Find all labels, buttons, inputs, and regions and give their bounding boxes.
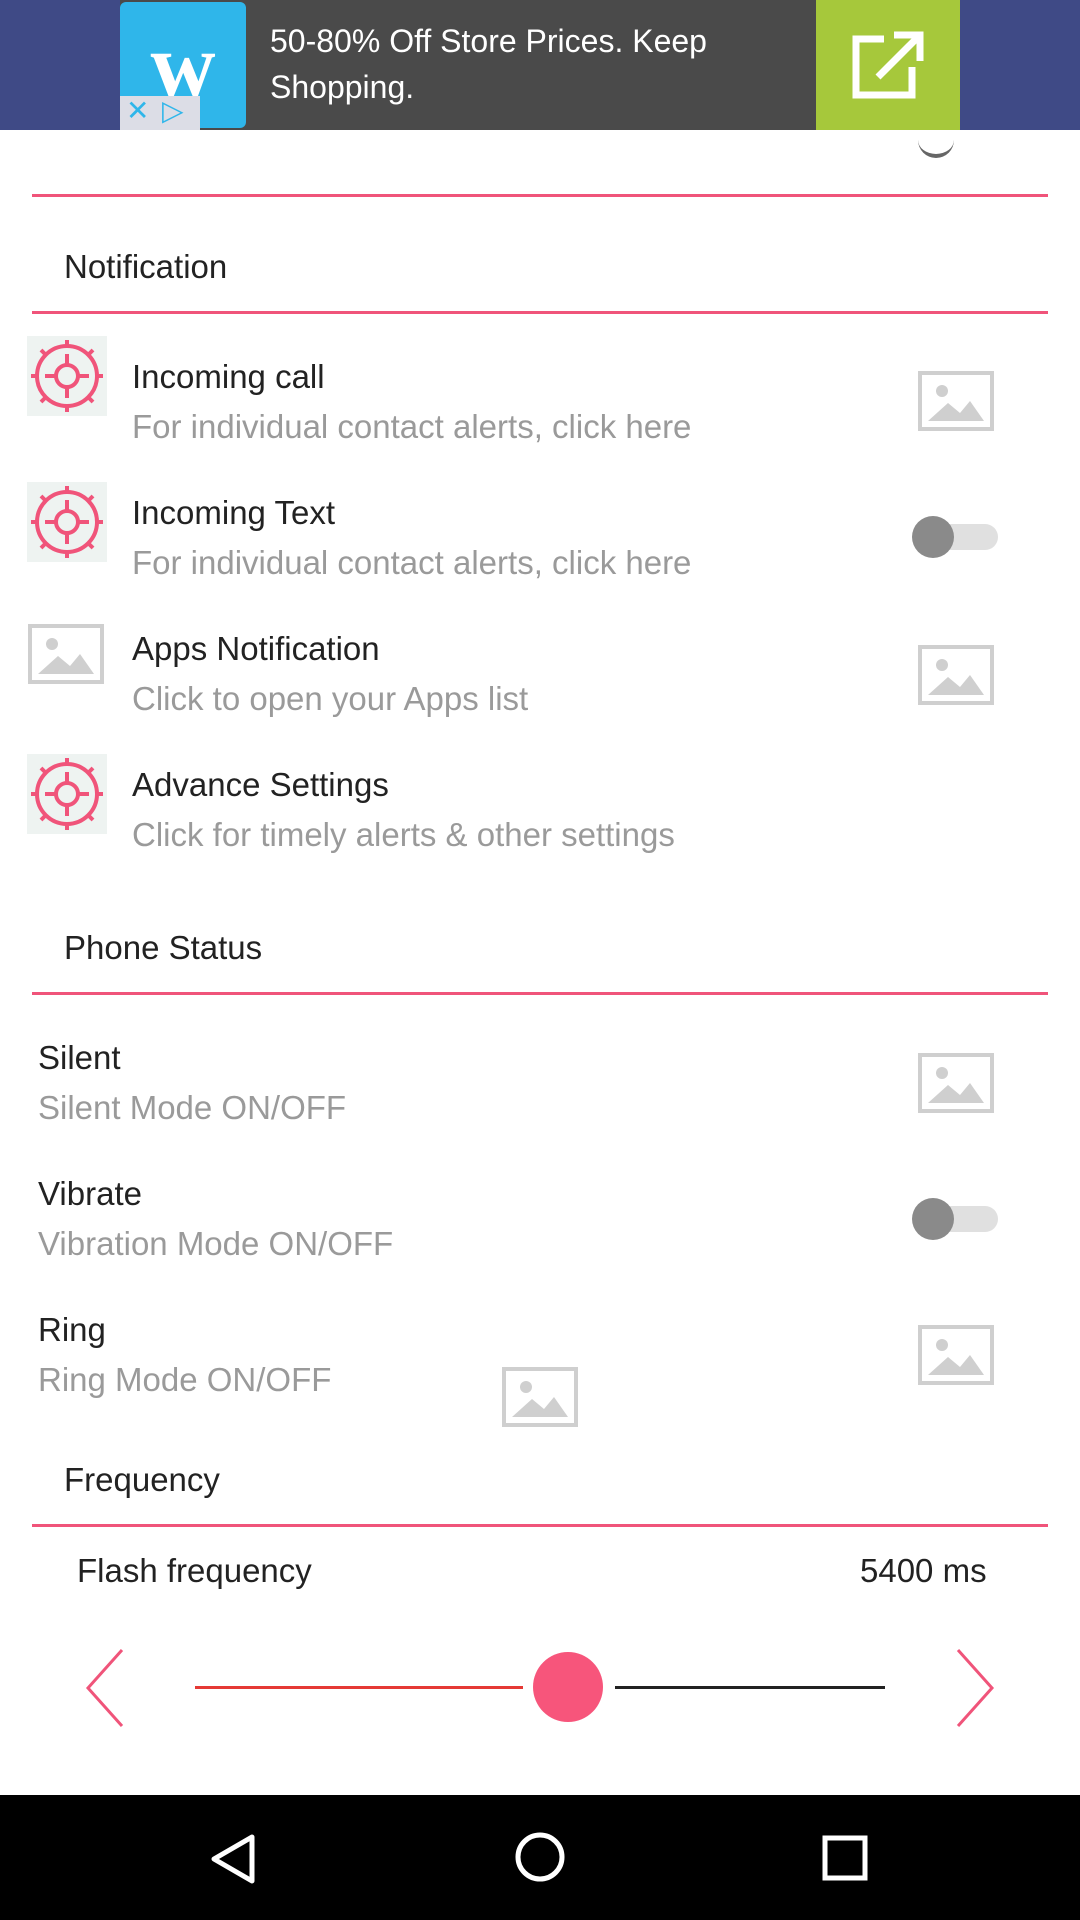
recent-apps-icon[interactable] (822, 1835, 868, 1881)
home-icon[interactable] (514, 1831, 566, 1883)
section-frequency: Frequency (64, 1461, 220, 1498)
item-subtitle: Silent Mode ON/OFF (38, 1089, 347, 1126)
phone-status-item-vibrate[interactable]: Vibrate Vibration Mode ON/OFF (0, 1153, 1080, 1273)
ad-open-button[interactable] (816, 0, 960, 130)
chevron-right-icon[interactable] (950, 1648, 1000, 1728)
divider (32, 992, 1048, 995)
image-placeholder-icon[interactable] (918, 645, 994, 705)
ad-text[interactable]: 50-80% Off Store Prices. Keep Shopping. (270, 18, 770, 110)
item-subtitle: Click to open your Apps list (132, 680, 529, 717)
phone-status-item-silent[interactable]: Silent Silent Mode ON/OFF (0, 1017, 1080, 1137)
item-subtitle: Vibration Mode ON/OFF (38, 1225, 394, 1262)
flash-frequency-value: 5400 ms (860, 1552, 987, 1589)
image-placeholder-icon (28, 624, 104, 684)
chevron-left-icon[interactable] (82, 1648, 132, 1728)
external-link-icon (852, 29, 926, 99)
back-icon[interactable] (208, 1833, 258, 1885)
toggle-knob (912, 1198, 954, 1240)
section-notification: Notification (64, 248, 228, 285)
slider-track-filled[interactable] (195, 1686, 523, 1689)
gear-icon (27, 482, 107, 562)
image-placeholder-icon[interactable] (918, 1053, 994, 1113)
notification-item-apps[interactable]: Apps Notification Click to open your App… (0, 608, 1080, 728)
partial-toggle (918, 140, 954, 158)
divider (32, 1524, 1048, 1527)
item-title: Ring (38, 1311, 106, 1348)
flash-frequency-label: Flash frequency (77, 1552, 312, 1589)
item-title: Incoming Text (132, 494, 335, 531)
toggle-knob (912, 516, 954, 558)
section-phone-status: Phone Status (64, 929, 263, 966)
slider-track-empty[interactable] (614, 1686, 885, 1689)
item-title: Vibrate (38, 1175, 142, 1212)
gear-icon (27, 336, 107, 416)
slider-thumb[interactable] (532, 1652, 603, 1722)
item-subtitle: For individual contact alerts, click her… (132, 408, 692, 445)
item-subtitle: Click for timely alerts & other settings (132, 816, 675, 853)
ad-banner[interactable]: w 50-80% Off Store Prices. Keep Shopping… (0, 0, 1080, 130)
notification-item-incoming-text[interactable]: Incoming Text For individual contact ale… (0, 472, 1080, 592)
notification-item-incoming-call[interactable]: Incoming call For individual contact ale… (0, 336, 1080, 456)
vibrate-toggle[interactable] (912, 1198, 998, 1240)
item-title: Silent (38, 1039, 121, 1076)
divider (32, 311, 1048, 314)
image-placeholder-icon[interactable] (918, 371, 994, 431)
ad-close-area[interactable]: ✕ ▷ (120, 94, 200, 130)
item-title: Incoming call (132, 358, 325, 395)
item-subtitle: Ring Mode ON/OFF (38, 1361, 332, 1398)
item-title: Advance Settings (132, 766, 389, 803)
item-subtitle: For individual contact alerts, click her… (132, 544, 692, 581)
gear-icon (27, 754, 107, 834)
phone-status-item-ring[interactable]: Ring Ring Mode ON/OFF (0, 1289, 1080, 1429)
adchoices-icon[interactable]: ▷ (162, 94, 184, 127)
divider (32, 194, 1048, 197)
image-placeholder-icon (502, 1367, 578, 1427)
system-nav-bar (0, 1795, 1080, 1920)
incoming-text-toggle[interactable] (912, 516, 998, 558)
image-placeholder-icon[interactable] (918, 1325, 994, 1385)
close-icon[interactable]: ✕ (126, 94, 149, 127)
notification-item-advance-settings[interactable]: Advance Settings Click for timely alerts… (0, 744, 1080, 864)
item-title: Apps Notification (132, 630, 380, 667)
